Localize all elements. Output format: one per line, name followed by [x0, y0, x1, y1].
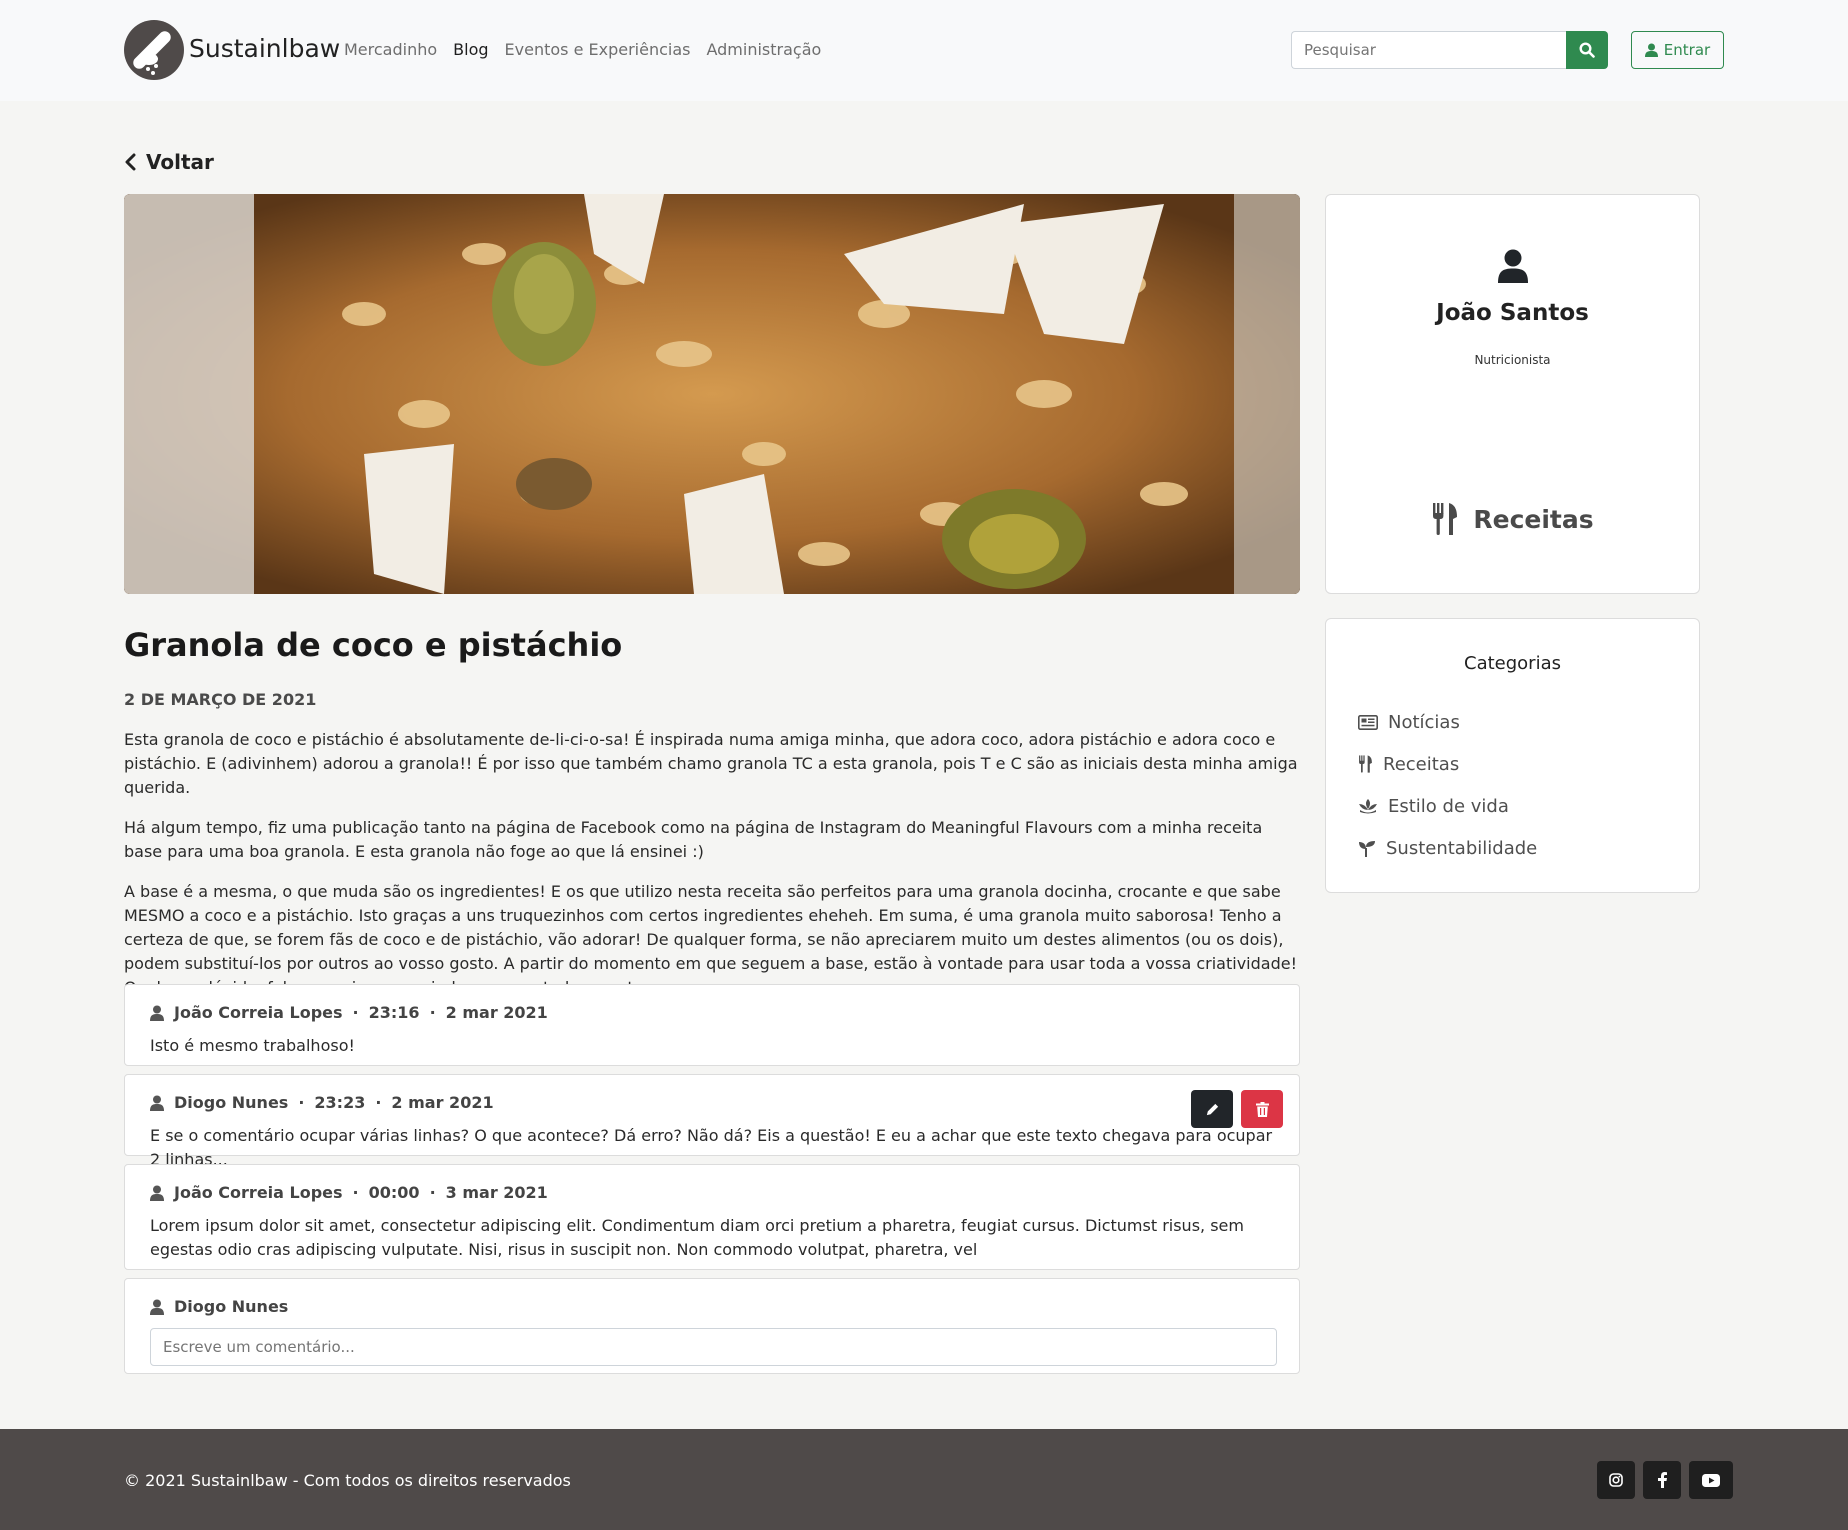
utensils-icon — [1433, 503, 1458, 535]
comment-author: Diogo Nunes — [174, 1297, 289, 1316]
user-icon — [1498, 249, 1528, 283]
categories-list: Notícias Receitas Estilo de vida Sustent… — [1358, 701, 1537, 869]
comment-header: Diogo Nunes — [150, 1297, 1274, 1316]
login-button[interactable]: Entrar — [1631, 31, 1724, 69]
category-label: Notícias — [1388, 711, 1460, 733]
trash-icon — [1255, 1101, 1269, 1117]
comment-text: Isto é mesmo trabalhoso! — [150, 1036, 355, 1055]
comment-time: 23:16 — [368, 1003, 420, 1022]
nav-link-mercadinho[interactable]: Mercadinho — [344, 40, 437, 59]
youtube-icon — [1702, 1473, 1720, 1487]
user-icon — [150, 1185, 164, 1201]
search-button[interactable] — [1566, 31, 1608, 69]
post-date: 2 DE MARÇO DE 2021 — [124, 690, 317, 709]
comment-text: Lorem ipsum dolor sit amet, consectetur … — [150, 1216, 1244, 1259]
post-paragraph: A base é a mesma, o que muda são os ingr… — [124, 882, 1297, 997]
main-nav: Mercadinho Blog Eventos e Experiências A… — [344, 40, 821, 59]
nav-link-blog[interactable]: Blog — [453, 40, 488, 59]
category-label: Receitas — [1383, 753, 1460, 775]
comment-input[interactable] — [150, 1328, 1277, 1366]
post-body: Esta granola de coco e pistáchio é absol… — [124, 728, 1300, 1016]
category-receitas[interactable]: Receitas — [1358, 743, 1537, 785]
author-section-label: Receitas — [1473, 504, 1594, 534]
back-link[interactable]: Voltar — [124, 150, 214, 174]
social-links — [1597, 1461, 1733, 1499]
category-label: Sustentabilidade — [1386, 837, 1538, 859]
facebook-link[interactable] — [1643, 1461, 1681, 1499]
footer: © 2021 Sustainlbaw - Com todos os direit… — [0, 1429, 1848, 1530]
instagram-link[interactable] — [1597, 1461, 1635, 1499]
nav-link-eventos[interactable]: Eventos e Experiências — [505, 40, 691, 59]
search-icon — [1579, 42, 1595, 58]
category-label: Estilo de vida — [1388, 795, 1509, 817]
category-sustentabilidade[interactable]: Sustentabilidade — [1358, 827, 1537, 869]
navbar: Sustainlbaw Mercadinho Blog Eventos e Ex… — [0, 0, 1848, 101]
comment-author: Diogo Nunes — [174, 1093, 289, 1112]
comment-actions — [1191, 1090, 1283, 1128]
facebook-icon — [1657, 1472, 1667, 1488]
author-role: Nutricionista — [1474, 353, 1551, 367]
user-icon — [1644, 43, 1658, 57]
instagram-icon — [1609, 1473, 1623, 1487]
post-paragraph: Há algum tempo, fiz uma publicação tanto… — [124, 818, 1263, 861]
comment-time: 00:00 — [368, 1183, 420, 1202]
comment-date: 2 mar 2021 — [445, 1003, 548, 1022]
author-card: João Santos Nutricionista Receitas — [1325, 194, 1700, 594]
comment-date: 3 mar 2021 — [445, 1183, 548, 1202]
author-name: João Santos — [1436, 300, 1589, 326]
chevron-left-icon — [125, 153, 136, 171]
new-comment-box: Diogo Nunes — [124, 1278, 1300, 1374]
youtube-link[interactable] — [1689, 1461, 1733, 1499]
comment-header: João Correia Lopes · 00:00 · 3 mar 2021 — [150, 1183, 1274, 1202]
nav-link-administracao[interactable]: Administração — [706, 40, 821, 59]
brand-name[interactable]: Sustainlbaw — [189, 34, 340, 63]
categories-title: Categorias — [1464, 653, 1561, 674]
comment: João Correia Lopes · 23:16 · 2 mar 2021 … — [124, 984, 1300, 1066]
post-hero-image — [124, 194, 1300, 594]
comment: Diogo Nunes · 23:23 · 2 mar 2021 E se o … — [124, 1074, 1300, 1169]
category-noticias[interactable]: Notícias — [1358, 701, 1537, 743]
search-bar — [1291, 31, 1608, 69]
comment: João Correia Lopes · 00:00 · 3 mar 2021 … — [124, 1164, 1300, 1270]
categories-card: Categorias Notícias Receitas Estilo de v… — [1325, 618, 1700, 893]
pencil-icon — [1206, 1103, 1218, 1115]
user-icon — [150, 1095, 164, 1111]
post-title: Granola de coco e pistáchio — [124, 626, 623, 664]
user-icon — [150, 1005, 164, 1021]
comment-author: João Correia Lopes — [174, 1183, 343, 1202]
brand-logo[interactable] — [124, 20, 184, 80]
author-section[interactable]: Receitas — [1326, 503, 1699, 535]
utensils-icon — [1359, 755, 1372, 773]
edit-comment-button[interactable] — [1191, 1090, 1233, 1128]
user-icon — [150, 1299, 164, 1315]
comment-author: João Correia Lopes — [174, 1003, 343, 1022]
comment-header: João Correia Lopes · 23:16 · 2 mar 2021 — [150, 1003, 1274, 1022]
login-label: Entrar — [1663, 41, 1711, 59]
search-input[interactable] — [1291, 31, 1566, 69]
seedling-icon — [1359, 840, 1375, 857]
comment-time: 23:23 — [314, 1093, 366, 1112]
category-estilo-de-vida[interactable]: Estilo de vida — [1358, 785, 1537, 827]
delete-comment-button[interactable] — [1241, 1090, 1283, 1128]
newspaper-icon — [1358, 714, 1378, 730]
post-paragraph: Esta granola de coco e pistáchio é absol… — [124, 730, 1298, 797]
copyright: © 2021 Sustainlbaw - Com todos os direit… — [124, 1471, 571, 1490]
spa-icon — [1359, 799, 1377, 814]
comment-header: Diogo Nunes · 23:23 · 2 mar 2021 — [150, 1093, 1274, 1112]
comment-date: 2 mar 2021 — [391, 1093, 494, 1112]
back-label: Voltar — [146, 150, 214, 174]
